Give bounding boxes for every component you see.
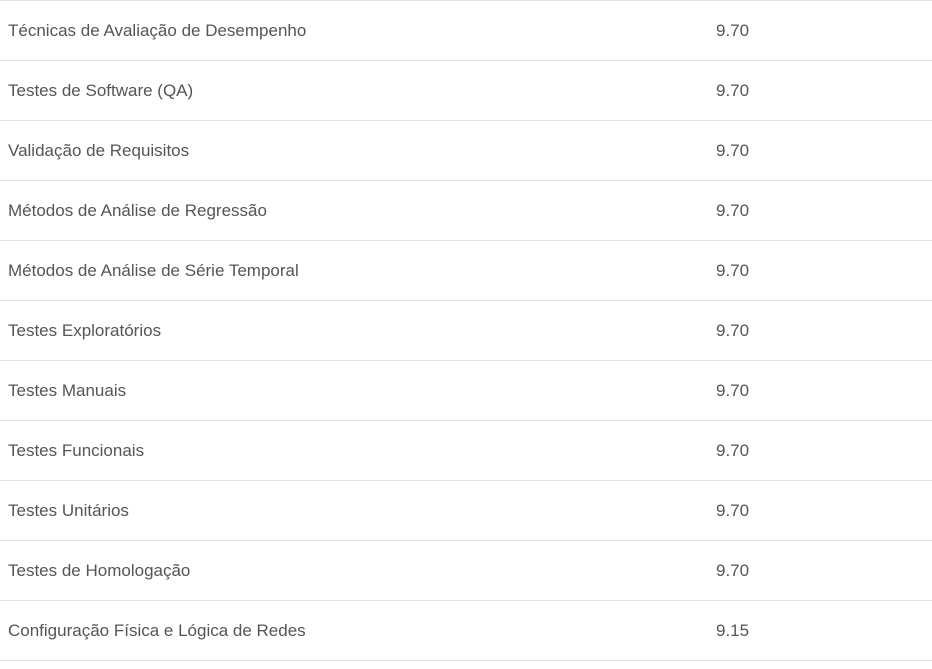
skill-name: Testes de Homologação	[8, 560, 191, 580]
table-row: Métodos de Análise de Série Temporal 9.7…	[0, 241, 932, 301]
skill-name: Testes Unitários	[8, 500, 129, 520]
table-row: Testes Exploratórios 9.70	[0, 301, 932, 361]
skill-score: 9.70	[716, 80, 750, 100]
table-row: Testes de Software (QA) 9.70	[0, 61, 932, 121]
skill-name: Validação de Requisitos	[8, 140, 190, 160]
skill-score: 9.70	[716, 380, 750, 400]
skill-score: 9.70	[716, 500, 750, 520]
skill-score: 9.70	[716, 560, 750, 580]
skill-score: 9.70	[716, 20, 750, 40]
skill-name: Testes de Software (QA)	[8, 80, 194, 100]
table-row: Métodos de Análise de Regressão 9.70	[0, 181, 932, 241]
table-row: Testes de Homologação 9.70	[0, 541, 932, 601]
skills-table: Técnicas de Avaliação de Desempenho 9.70…	[0, 0, 932, 661]
skill-score: 9.70	[716, 320, 750, 340]
table-row: Configuração Física e Lógica de Redes 9.…	[0, 601, 932, 661]
skill-name: Testes Manuais	[8, 380, 127, 400]
skill-name: Técnicas de Avaliação de Desempenho	[8, 20, 307, 40]
skill-score: 9.15	[716, 620, 750, 640]
table-row: Testes Unitários 9.70	[0, 481, 932, 541]
skill-name: Configuração Física e Lógica de Redes	[8, 620, 306, 640]
skill-score: 9.70	[716, 440, 750, 460]
skill-score: 9.70	[716, 140, 750, 160]
skill-score: 9.70	[716, 260, 750, 280]
skill-name: Testes Funcionais	[8, 440, 145, 460]
skill-score: 9.70	[716, 200, 750, 220]
skill-name: Métodos de Análise de Regressão	[8, 200, 267, 220]
skill-name: Testes Exploratórios	[8, 320, 162, 340]
table-row: Validação de Requisitos 9.70	[0, 121, 932, 181]
skill-name: Métodos de Análise de Série Temporal	[8, 260, 299, 280]
table-row: Técnicas de Avaliação de Desempenho 9.70	[0, 1, 932, 61]
table-row: Testes Funcionais 9.70	[0, 421, 932, 481]
table-row: Testes Manuais 9.70	[0, 361, 932, 421]
